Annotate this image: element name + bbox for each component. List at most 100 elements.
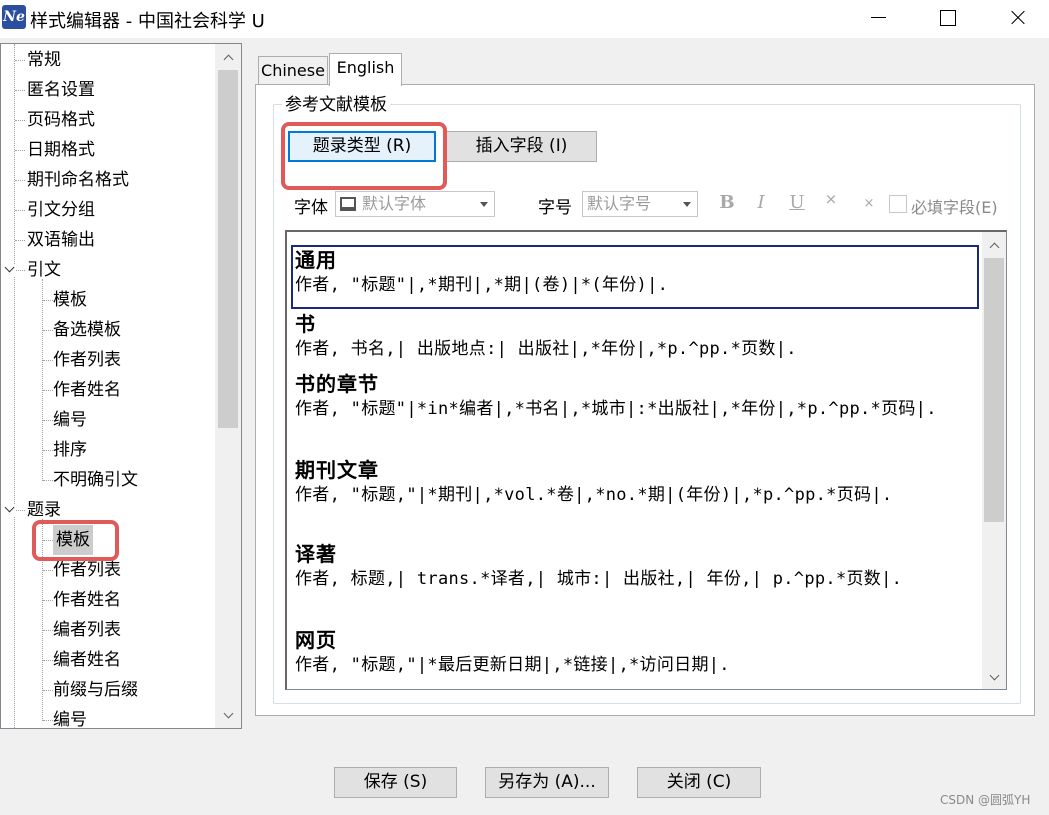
font-combo-value: 默认字体 <box>362 194 427 213</box>
template-body: 作者, "标题,"|*期刊|,*vol.*卷|,*no.*期|(年份)|,*p.… <box>295 485 893 505</box>
tree-item-label: 编者列表 <box>53 620 121 640</box>
tree-item-label: 双语输出 <box>27 230 95 250</box>
required-checkbox[interactable] <box>889 195 907 213</box>
settings-tree[interactable]: 常规匿名设置 页码格式日期格式期刊命名格式 引文分组双语输出引文模板备选模板作者列表… <box>0 43 242 729</box>
save-button[interactable]: 保存 (S) <box>334 767 457 798</box>
tree-item-root-7[interactable]: 引文 <box>1 255 213 285</box>
title-bar: Ne 样式编辑器 - 中国社会科学 U <box>0 0 1049 38</box>
tree-scrollbar[interactable] <box>215 44 241 728</box>
tree-connector <box>43 390 53 391</box>
tree-connector <box>15 210 25 211</box>
template-name: 译著 <box>295 542 337 566</box>
template-entry[interactable]: 网页 作者, "标题,"|*最后更新日期|,*链接|,*访问日期|. <box>295 627 979 677</box>
tree-item-root-5[interactable]: 引文分组 <box>1 195 213 225</box>
tree-item-label: 排序 <box>53 440 87 460</box>
superscript-button[interactable]: × <box>820 190 842 208</box>
tree-item-child-13[interactable]: 排序 <box>1 435 213 465</box>
template-entry[interactable]: 通用 作者, "标题"|,*期刊|,*期|(卷)|*(年份)|. <box>295 247 979 297</box>
tree-child-connector-line <box>42 279 43 481</box>
tree-item-root-3[interactable]: 日期格式 <box>1 135 213 165</box>
minimize-icon[interactable] <box>855 0 901 36</box>
tree-connector <box>43 630 53 631</box>
tree-item-label: 日期格式 <box>27 140 95 160</box>
tree-item-child-12[interactable]: 编号 <box>1 405 213 435</box>
underline-button[interactable]: U <box>786 192 808 213</box>
size-combo[interactable]: 默认字号 <box>582 191 698 217</box>
app-icon: Ne <box>2 5 26 29</box>
printer-icon <box>340 197 356 211</box>
tree-item-label: 不明确引文 <box>53 470 138 490</box>
close-button[interactable]: 关闭 (C) <box>637 767 761 798</box>
tree-connector <box>15 180 25 181</box>
expand-chevron-icon[interactable] <box>4 264 16 276</box>
template-entry[interactable]: 书作者, 书名,| 出版地点:| 出版社|,*年份|,*p.^pp.*页数|. <box>295 311 979 361</box>
highlight-ref-type-button <box>281 122 447 190</box>
scroll-up-icon[interactable] <box>222 52 234 64</box>
watermark: CSDN @圆弧YH <box>940 793 1031 807</box>
tree-connector <box>43 570 53 571</box>
tree-item-child-18[interactable]: 作者姓名 <box>1 585 213 615</box>
template-body: 作者, "标题"|,*期刊|,*期|(卷)|*(年份)|. <box>295 275 669 295</box>
font-combo[interactable]: 默认字体 <box>335 191 495 217</box>
scroll-down-icon[interactable] <box>222 710 234 722</box>
tree-scroll-thumb[interactable] <box>218 70 238 428</box>
group-title: 参考文献模板 <box>282 94 390 116</box>
template-scroll-thumb[interactable] <box>984 258 1004 522</box>
template-list[interactable]: 通用 作者, "标题"|,*期刊|,*期|(卷)|*(年份)|. 书作者, 书名,|… <box>285 230 1007 690</box>
tree-connector <box>15 120 25 121</box>
expand-chevron-icon[interactable] <box>4 504 16 516</box>
template-body: 作者, 标题,| trans.*译者,| 城市:| 出版社,| 年份,| p.^… <box>295 569 903 589</box>
subscript-button[interactable]: × <box>858 196 880 211</box>
template-entry[interactable]: 译著作者, 标题,| trans.*译者,| 城市:| 出版社,| 年份,| p… <box>295 541 979 591</box>
scroll-up-icon[interactable] <box>988 240 1000 252</box>
tree-connector <box>15 270 25 271</box>
tree-item-child-10[interactable]: 作者列表 <box>1 345 213 375</box>
tree-item-child-14[interactable]: 不明确引文 <box>1 465 213 495</box>
maximize-icon[interactable] <box>924 0 970 36</box>
tree-item-label: 引文 <box>27 260 61 280</box>
italic-button[interactable]: I <box>750 192 772 213</box>
tree-connector <box>43 300 53 301</box>
insert-field-button[interactable]: 插入字段 (I) <box>446 131 597 162</box>
tree-item-child-21[interactable]: 前缀与后缀 <box>1 675 213 705</box>
tab-chinese[interactable]: Chinese <box>258 56 328 86</box>
tree-connector <box>43 360 53 361</box>
tree-item-root-4[interactable]: 期刊命名格式 <box>1 165 213 195</box>
tree-item-root-1[interactable]: 匿名设置 <box>1 75 213 105</box>
template-name: 期刊文章 <box>295 458 379 482</box>
close-icon[interactable] <box>994 0 1040 36</box>
scroll-down-icon[interactable] <box>988 672 1000 684</box>
tree-item-label: 编者姓名 <box>53 650 121 670</box>
template-name: 书的章节 <box>295 372 379 396</box>
tree-item-root-6[interactable]: 双语输出 <box>1 225 213 255</box>
tree-connector <box>15 150 25 151</box>
bold-button[interactable]: B <box>716 192 738 213</box>
template-body: 作者, "标题"|*in*编者|,*书名|,*城市|:*出版社|,*年份|,*p… <box>295 399 937 419</box>
tree-item-label: 备选模板 <box>53 320 121 340</box>
tree-item-child-8[interactable]: 模板 <box>1 285 213 315</box>
template-body: 作者, "标题,"|*最后更新日期|,*链接|,*访问日期|. <box>295 655 730 675</box>
tree-item-label: 引文分组 <box>27 200 95 220</box>
tree-item-label: 作者姓名 <box>53 380 121 400</box>
tree-item-label: 常规 <box>27 50 61 70</box>
tree-item-label: 期刊命名格式 <box>27 170 129 190</box>
tree-item-root-2[interactable]: 页码格式 <box>1 105 213 135</box>
tree-connector <box>15 510 25 511</box>
save-as-button[interactable]: 另存为 (A)... <box>485 767 609 798</box>
tab-english[interactable]: English <box>329 53 402 86</box>
tree-item-child-11[interactable]: 作者姓名 <box>1 375 213 405</box>
tree-item-label: 编号 <box>53 410 87 430</box>
tree-item-child-19[interactable]: 编者列表 <box>1 615 213 645</box>
size-combo-value: 默认字号 <box>587 194 652 213</box>
tree-item-child-9[interactable]: 备选模板 <box>1 315 213 345</box>
template-name: 书 <box>295 312 316 336</box>
template-entry[interactable]: 期刊文章作者, "标题,"|*期刊|,*vol.*卷|,*no.*期|(年份)|… <box>295 457 979 507</box>
tree-item-child-20[interactable]: 编者姓名 <box>1 645 213 675</box>
required-label: 必填字段(E) <box>911 198 998 217</box>
highlight-tree-selection <box>32 520 119 561</box>
template-list-scrollbar[interactable] <box>982 232 1006 689</box>
tree-item-root-0[interactable]: 常规 <box>1 45 213 75</box>
tree-item-child-22[interactable]: 编号 <box>1 705 213 728</box>
template-entry[interactable]: 书的章节作者, "标题"|*in*编者|,*书名|,*城市|:*出版社|,*年份… <box>295 371 979 421</box>
tree-connector <box>43 330 53 331</box>
